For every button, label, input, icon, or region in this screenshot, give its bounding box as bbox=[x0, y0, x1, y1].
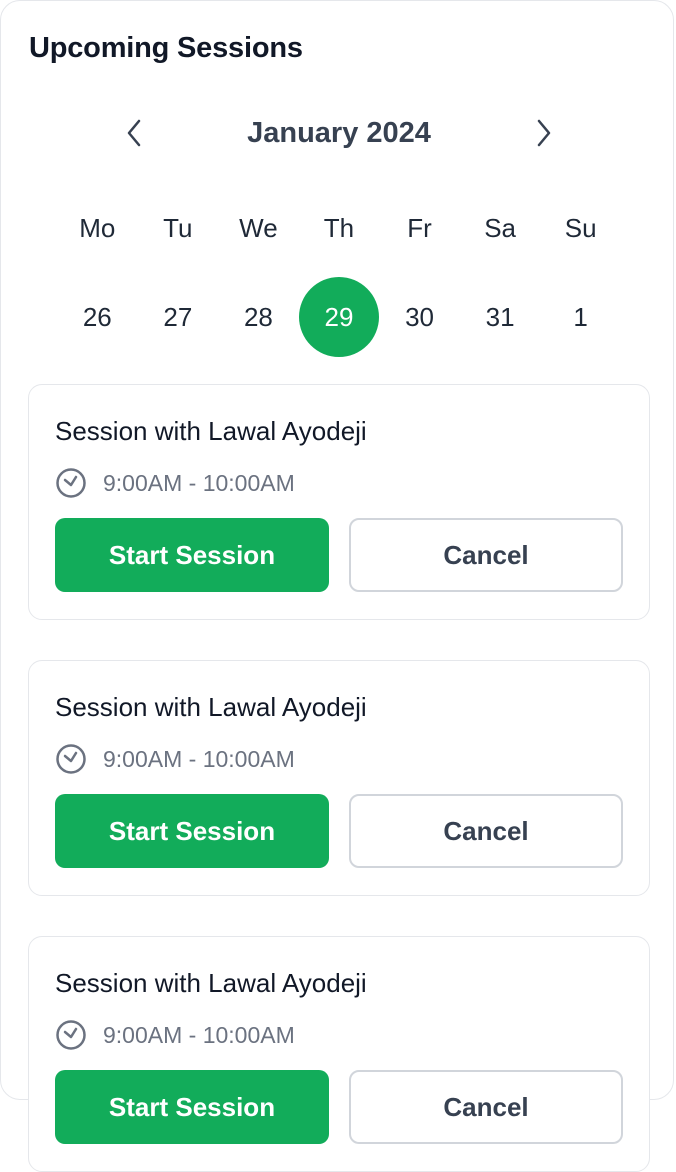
session-time-label: 9:00AM - 10:00AM bbox=[103, 469, 295, 496]
month-label: January 2024 bbox=[247, 117, 431, 149]
calendar-day-selected[interactable]: 29 bbox=[298, 277, 380, 357]
clock-icon bbox=[55, 1019, 87, 1051]
calendar-day-number: 30 bbox=[405, 301, 434, 332]
weekday-label: Th bbox=[323, 213, 355, 243]
calendar-day[interactable]: 26 bbox=[57, 277, 138, 357]
session-time: 9:00AM - 10:00AM bbox=[55, 1019, 295, 1051]
page-title: Upcoming Sessions bbox=[29, 32, 303, 64]
start-session-button[interactable]: Start Session bbox=[55, 1070, 329, 1144]
weekday-label: Mo bbox=[79, 213, 116, 243]
calendar-day[interactable]: 28 bbox=[218, 277, 299, 357]
day-row: 26 27 28 29 30 31 1 bbox=[57, 277, 621, 357]
session-title: Session with Lawal Ayodeji bbox=[55, 692, 367, 722]
weekday-label: Sa bbox=[484, 213, 516, 243]
start-session-button[interactable]: Start Session bbox=[55, 518, 329, 592]
calendar-day[interactable]: 30 bbox=[379, 277, 460, 357]
weekday-label: We bbox=[239, 213, 278, 243]
calendar-day-number: 26 bbox=[82, 301, 112, 332]
session-title: Session with Lawal Ayodeji bbox=[55, 416, 367, 446]
weekday-label: Tu bbox=[163, 213, 193, 243]
calendar-day-number: 27 bbox=[163, 301, 193, 332]
calendar-day-number: 1 bbox=[573, 301, 588, 332]
weekday-label: Su bbox=[564, 213, 597, 243]
start-session-button[interactable]: Start Session bbox=[55, 794, 329, 868]
month-navigation: January 2024 bbox=[1, 109, 676, 157]
session-card: Session with Lawal Ayodeji 9:00AM - 10:0… bbox=[28, 936, 650, 1172]
session-time-label: 9:00AM - 10:00AM bbox=[103, 1021, 295, 1048]
calendar-day-number: 28 bbox=[243, 301, 273, 332]
clock-icon bbox=[55, 467, 87, 499]
session-card: Session with Lawal Ayodeji 9:00AM - 10:0… bbox=[28, 660, 650, 896]
session-title: Session with Lawal Ayodeji bbox=[55, 968, 367, 998]
session-time-label: 9:00AM - 10:00AM bbox=[103, 745, 295, 772]
cancel-button[interactable]: Cancel bbox=[349, 1070, 623, 1144]
calendar-day-number: 31 bbox=[485, 301, 515, 332]
clock-icon bbox=[55, 743, 87, 775]
calendar-day-number: 29 bbox=[298, 277, 379, 357]
calendar-day[interactable]: 27 bbox=[138, 277, 219, 357]
session-time: 9:00AM - 10:00AM bbox=[55, 467, 295, 499]
cancel-button[interactable]: Cancel bbox=[349, 518, 623, 592]
calendar-day[interactable]: 1 bbox=[540, 277, 621, 357]
next-month-button[interactable] bbox=[524, 113, 564, 153]
session-time: 9:00AM - 10:00AM bbox=[55, 743, 295, 775]
upcoming-sessions-panel: Upcoming Sessions January 2024 Mo Tu We … bbox=[0, 0, 676, 1172]
weekday-label: Fr bbox=[407, 213, 432, 243]
weekday-row: Mo Tu We Th Fr Sa Su bbox=[57, 213, 621, 244]
chevron-right-icon bbox=[537, 119, 551, 147]
calendar-day[interactable]: 31 bbox=[460, 277, 541, 357]
session-card: Session with Lawal Ayodeji 9:00AM - 10:0… bbox=[28, 384, 650, 620]
cancel-button[interactable]: Cancel bbox=[349, 794, 623, 868]
